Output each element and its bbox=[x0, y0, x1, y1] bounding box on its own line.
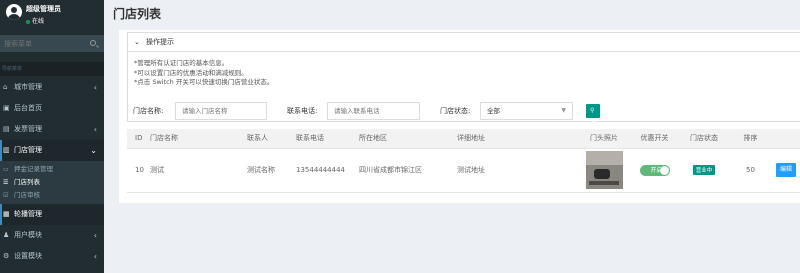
cell-status: 营业中 bbox=[679, 148, 729, 193]
col-name: 门店名称 bbox=[150, 129, 247, 149]
chevron-left-icon: ‹ bbox=[93, 125, 97, 134]
chevron-left-icon: ‹ bbox=[93, 231, 97, 240]
toggle-knob bbox=[659, 165, 669, 175]
store-photo[interactable] bbox=[585, 151, 623, 189]
sidebar-item-label: 轮播管理 bbox=[14, 210, 42, 218]
sidebar-item-user[interactable]: ♟ 用户模块 ‹ bbox=[0, 225, 104, 246]
table-row: 10 测试 测试名称 13544444444 四川省成都市锦江区 测试地址 开启… bbox=[127, 148, 800, 193]
cell-discount: 开启 bbox=[630, 148, 679, 193]
sidebar-item-invoice[interactable]: ▤ 发票管理 ‹ bbox=[0, 119, 104, 140]
sidebar-item-label: 后台首页 bbox=[14, 104, 42, 112]
submenu-item-label: 押金记录管理 bbox=[14, 165, 53, 173]
col-address: 详细地址 bbox=[457, 129, 578, 149]
cell-name: 测试 bbox=[150, 148, 247, 193]
cell-sort: 50 bbox=[729, 148, 772, 193]
store-submenu: ▭ 押金记录管理 ☰ 门店列表 ☑ 门店审核 bbox=[0, 161, 104, 204]
sidebar-item-label: 设置模块 bbox=[14, 252, 42, 260]
sidebar-item-label: 门店管理 bbox=[14, 146, 42, 154]
col-region: 所在地区 bbox=[359, 129, 457, 149]
cell-action: 编辑 bbox=[772, 148, 800, 193]
sidebar-item-carousel[interactable]: ▦ 轮播管理 bbox=[0, 204, 104, 225]
table-header-row: ID 门店名称 联系人 联系电话 所在地区 详细地址 门头照片 优惠开关 门店状… bbox=[127, 129, 800, 149]
sidebar-item-label: 发票管理 bbox=[14, 125, 42, 133]
sidebar-item-city[interactable]: ⌂ 城市管理 ‹ bbox=[0, 77, 104, 98]
sidebar-item-label: 用户模块 bbox=[14, 231, 42, 239]
chevron-down-icon: ⌄ bbox=[90, 146, 97, 155]
col-phone: 联系电话 bbox=[296, 129, 359, 149]
search-icon[interactable] bbox=[90, 40, 96, 46]
edit-button[interactable]: 编辑 bbox=[776, 163, 797, 177]
sidebar-item-store[interactable]: ▥ 门店管理 ⌄ bbox=[0, 140, 104, 161]
list-icon: ☰ bbox=[3, 179, 9, 186]
sidebar: 超级管理员 在线 导航菜单 ⌂ 城市管理 ‹ ▣ 后台首页 ▤ 发票管理 ‹ ▥ 门店管理 ⌄… bbox=[0, 0, 104, 273]
cell-id: 10 bbox=[127, 148, 150, 193]
avatar bbox=[6, 4, 22, 20]
cell-address: 测试地址 bbox=[457, 148, 578, 193]
invoice-icon: ▤ bbox=[3, 125, 10, 133]
sidebar-item-settings[interactable]: ⚙ 设置模块 ‹ bbox=[0, 246, 104, 267]
discount-toggle[interactable]: 开启 bbox=[639, 164, 670, 176]
status-badge: 营业中 bbox=[692, 165, 716, 175]
cell-contact: 测试名称 bbox=[247, 148, 296, 193]
submenu-item-store-list[interactable]: ☰ 门店列表 bbox=[0, 176, 104, 189]
cell-region: 四川省成都市锦江区 bbox=[359, 148, 457, 193]
user-icon: ♟ bbox=[3, 231, 10, 239]
sidebar-item-label: 城市管理 bbox=[14, 83, 42, 91]
carousel-icon: ▦ bbox=[3, 210, 10, 218]
store-icon: ▥ bbox=[3, 146, 10, 154]
page-title: 门店列表 bbox=[113, 7, 162, 21]
submenu-item-store-review[interactable]: ☑ 门店审核 bbox=[0, 189, 104, 202]
online-dot-icon bbox=[26, 19, 30, 24]
settings-icon: ⚙ bbox=[3, 252, 10, 260]
col-contact: 联系人 bbox=[247, 129, 296, 149]
cell-photo bbox=[578, 148, 630, 193]
menu-search-input[interactable] bbox=[0, 35, 104, 52]
col-status: 门店状态 bbox=[679, 129, 729, 149]
sidebar-search bbox=[0, 35, 104, 52]
submenu-item-deposit[interactable]: ▭ 押金记录管理 bbox=[0, 163, 104, 176]
col-sort: 排序 bbox=[729, 129, 772, 149]
check-square-icon: ☑ bbox=[3, 192, 9, 199]
submenu-item-label: 门店审核 bbox=[14, 191, 40, 199]
store-table: ID 门店名称 联系人 联系电话 所在地区 详细地址 门头照片 优惠开关 门店状… bbox=[127, 129, 800, 193]
submenu-item-label: 门店列表 bbox=[14, 178, 40, 186]
sidebar-menu: ⌂ 城市管理 ‹ ▣ 后台首页 ▤ 发票管理 ‹ ▥ 门店管理 ⌄ ▭ 押金记录管理 ☰ 门店列表… bbox=[0, 77, 104, 267]
chevron-left-icon: ‹ bbox=[93, 252, 97, 261]
col-id: ID bbox=[127, 129, 150, 149]
cell-phone: 13544444444 bbox=[296, 148, 359, 193]
online-status: 在线 bbox=[26, 16, 44, 25]
menu-header: 导航菜单 bbox=[0, 62, 104, 76]
deposit-icon: ▭ bbox=[3, 166, 9, 173]
col-action bbox=[772, 129, 800, 149]
table-wrapper: ID 门店名称 联系人 联系电话 所在地区 详细地址 门头照片 优惠开关 门店状… bbox=[119, 30, 800, 203]
dashboard-icon: ▣ bbox=[3, 104, 10, 112]
online-status-label: 在线 bbox=[32, 18, 45, 25]
col-discount: 优惠开关 bbox=[630, 129, 679, 149]
sidebar-item-dashboard[interactable]: ▣ 后台首页 bbox=[0, 98, 104, 119]
chevron-left-icon: ‹ bbox=[93, 83, 97, 92]
user-panel: 超级管理员 在线 bbox=[0, 0, 104, 33]
home-icon: ⌂ bbox=[3, 83, 8, 91]
user-name: 超级管理员 bbox=[26, 5, 61, 13]
col-photo: 门头照片 bbox=[578, 129, 630, 149]
